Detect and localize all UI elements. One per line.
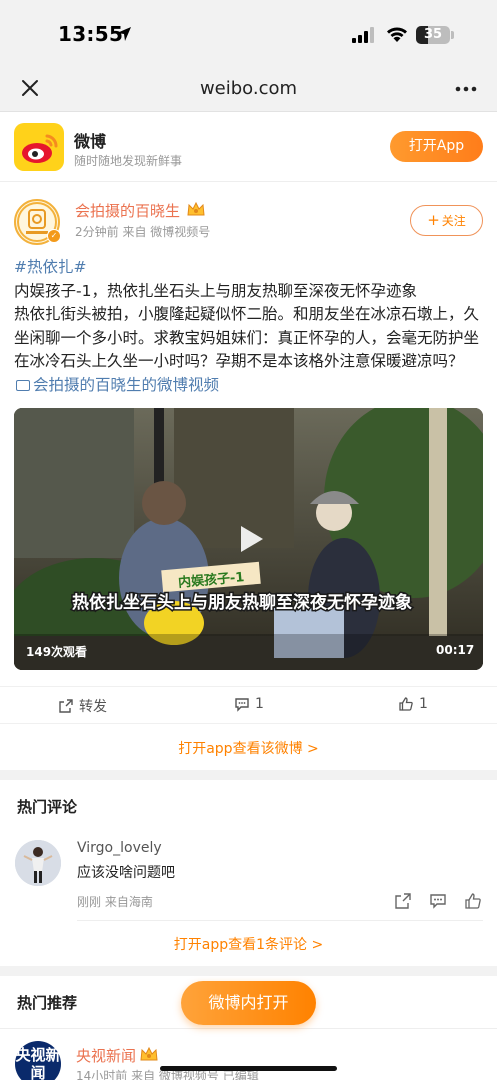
- video-icon: [16, 379, 30, 391]
- battery-level: 35: [423, 27, 443, 42]
- post-text-line1: 内娱孩子-1，热依扎坐石头上与朋友热聊至深夜无怀孕迹象: [14, 281, 417, 300]
- comment-meta: 刚刚 来自海南: [77, 895, 153, 909]
- comment-text: 应该没啥问题吧: [77, 865, 175, 881]
- recommend-avatar[interactable]: 央视新闻: [15, 1041, 61, 1080]
- thumbs-up-icon[interactable]: [464, 892, 482, 910]
- url-label[interactable]: weibo.com: [0, 78, 497, 99]
- video-views: 149次观看: [26, 645, 88, 659]
- more-dots-icon[interactable]: [455, 86, 477, 92]
- plus-icon: +: [427, 211, 440, 229]
- post-text: #热依扎# 内娱孩子-1，热依扎坐石头上与朋友热聊至深夜无怀孕迹象 热依扎街头被…: [14, 256, 484, 397]
- cellular-signal-icon: [352, 27, 374, 43]
- status-time: 13:55: [58, 22, 124, 46]
- like-button[interactable]: 1: [398, 696, 428, 712]
- video-link[interactable]: 会拍摄的百晓生的微博视频: [33, 376, 219, 394]
- comment-icon: [235, 698, 249, 712]
- home-indicator: [160, 1066, 337, 1071]
- crown-icon: [140, 1046, 158, 1061]
- like-count: 1: [419, 696, 428, 712]
- share-icon[interactable]: [394, 892, 412, 910]
- verified-badge-icon: ✓: [47, 229, 61, 243]
- post-meta: 2分钟前 来自 微博视频号: [75, 225, 211, 239]
- comment-count: 1: [255, 696, 264, 712]
- hashtag-link[interactable]: #热依扎#: [14, 256, 484, 280]
- video-duration: 00:17: [436, 643, 475, 657]
- open-app-button[interactable]: 打开App: [390, 131, 483, 162]
- hot-comments-title: 热门评论: [17, 798, 78, 816]
- wifi-icon: [387, 27, 407, 42]
- video-caption-subtitle: 热依扎坐石头上与朋友热聊至深夜无怀孕迹象: [72, 592, 412, 613]
- commenter-avatar[interactable]: [15, 840, 61, 886]
- play-icon[interactable]: [237, 524, 265, 554]
- comment-button[interactable]: 1: [234, 696, 264, 712]
- location-arrow-icon: [117, 27, 131, 41]
- comment-icon[interactable]: [429, 892, 447, 910]
- open-in-weibo-button[interactable]: 微博内打开: [181, 981, 316, 1025]
- browser-nav-bar: weibo.com: [0, 66, 497, 112]
- battery-cap: [451, 31, 454, 39]
- recommend-separator: [0, 1028, 497, 1029]
- recommend-author[interactable]: 央视新闻: [76, 1045, 136, 1066]
- battery-icon: 35: [416, 26, 450, 44]
- post-actions: 转发 1 1: [0, 686, 497, 724]
- share-icon: [59, 699, 73, 713]
- author-name[interactable]: 会拍摄的百晓生: [75, 200, 180, 221]
- section-divider: [0, 770, 497, 780]
- crown-icon: [187, 201, 205, 216]
- app-name: 微博: [74, 132, 107, 151]
- comment-separator: [77, 920, 483, 921]
- commenter-name[interactable]: Virgo_lovely: [77, 840, 162, 856]
- open-in-app-link[interactable]: 打开app查看该微博 >: [0, 738, 497, 758]
- open-comments-link[interactable]: 打开app查看1条评论 >: [0, 934, 497, 954]
- thumbs-up-icon: [399, 697, 413, 711]
- repost-button[interactable]: 转发: [58, 696, 107, 716]
- hot-recommend-title: 热门推荐: [17, 994, 78, 1012]
- follow-button[interactable]: + 关注: [410, 205, 483, 236]
- post-text-body: 热依扎街头被拍，小腹隆起疑似怀二胎。和朋友坐在冰凉石墩上，久坐闲聊一个多小时。求…: [14, 305, 480, 370]
- status-bar: 13:55 35: [0, 0, 497, 66]
- repost-label: 转发: [79, 699, 107, 715]
- follow-label: 关注: [441, 214, 466, 228]
- section-divider: [0, 966, 497, 976]
- weibo-logo: [14, 123, 64, 171]
- app-slogan: 随时随地发现新鲜事: [74, 154, 183, 168]
